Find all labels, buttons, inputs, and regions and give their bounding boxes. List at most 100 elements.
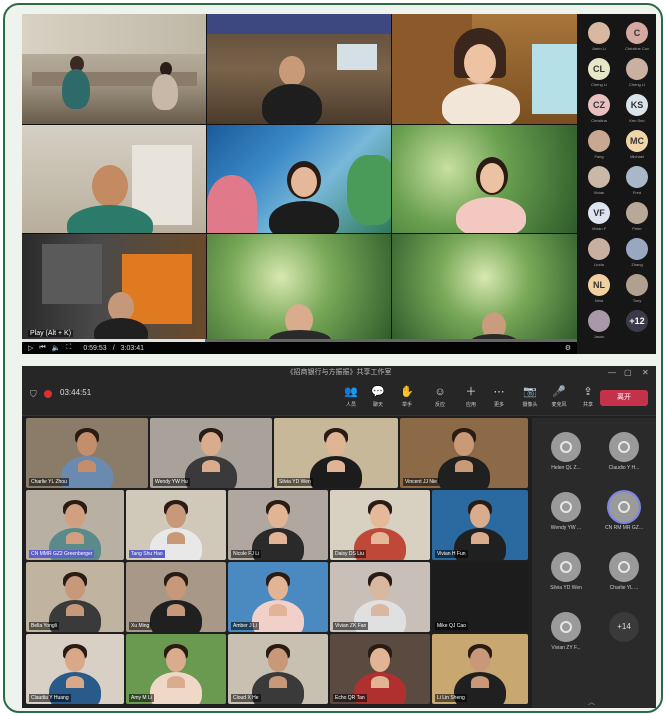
participant-avatar[interactable]: Jason [581, 310, 617, 339]
participant-avatar[interactable]: NL Nina [581, 274, 617, 303]
toolbar-button-apps[interactable]: ＋ 应用 [458, 386, 484, 408]
participant-name-label: Charlie YL Zhou [29, 478, 69, 486]
participant-avatar[interactable]: Peter [619, 202, 655, 231]
heart-hands [471, 676, 489, 688]
person-head [166, 504, 186, 528]
participant-avatar[interactable]: MC Michael [619, 130, 655, 159]
participant-avatar[interactable]: Vivian [581, 166, 617, 195]
participant-video-tile[interactable]: Vivian H Fun [432, 490, 528, 560]
avatar [588, 238, 610, 260]
participant-avatar[interactable]: Fang [581, 130, 617, 159]
chevron-up-icon[interactable]: ︿ [588, 697, 595, 707]
participant-video-tile[interactable]: Vincent JJ Nie [400, 418, 528, 488]
toolbar-button-react[interactable]: ☺ 反应 [427, 386, 453, 408]
person-head [470, 504, 490, 528]
panel-participant[interactable]: Silvia YD Wen [540, 552, 592, 591]
people-icon: 👥 [344, 386, 358, 398]
avatar-name: Michael [630, 154, 644, 159]
participant-video-tile[interactable]: Cloud X He [228, 634, 328, 704]
minimize-icon[interactable]: — [608, 366, 616, 380]
heart-hands [167, 532, 185, 544]
participant-video-tile[interactable]: Nicole FJ Li [228, 490, 328, 560]
participant-video-tile[interactable]: Amy M Li [126, 634, 226, 704]
panel-participant[interactable]: Claudio Y H... [598, 432, 650, 471]
video-tile [22, 125, 206, 233]
avatar: NL [588, 274, 610, 296]
leave-button[interactable]: 离开 [600, 390, 648, 406]
person-head [370, 504, 390, 528]
close-icon[interactable]: ✕ [642, 366, 649, 380]
play-icon[interactable]: ▷ [28, 344, 33, 352]
participant-video-tile[interactable]: Wendy YW Hu [150, 418, 272, 488]
play-tooltip: Play (Alt + K) [28, 330, 74, 337]
skip-back-icon[interactable]: ⏮ [39, 344, 45, 352]
more-participants-button[interactable]: +14 [598, 612, 650, 642]
participant-name-label: Claudia Y Huang [29, 694, 71, 702]
participant-video-tile[interactable]: Tang Shu Hao [126, 490, 226, 560]
participant-video-tile[interactable]: Daisy DS Liu [330, 490, 430, 560]
heart-hands [269, 676, 287, 688]
participant-video-tile[interactable]: Xu Ming [126, 562, 226, 632]
participant-video-tile[interactable]: CN MMR GZ2 Greenberger [26, 490, 124, 560]
time-total: 3:03:41 [120, 344, 144, 352]
participant-video-tile[interactable]: Charlie YL Zhou [26, 418, 148, 488]
participant-video-tile[interactable]: Amber J Li [228, 562, 328, 632]
participant-avatar[interactable]: CL Cheng Li [581, 58, 617, 87]
participant-avatar[interactable]: Amm Li [581, 22, 617, 51]
maximize-icon[interactable]: ▢ [624, 366, 632, 380]
shield-icon: ⛉ [30, 389, 37, 399]
participant-avatar[interactable]: +12 [619, 310, 655, 334]
more-icon: ⋯ [493, 386, 505, 398]
participant-video-tile[interactable]: Silvia YD Wen [274, 418, 398, 488]
avatar [626, 58, 648, 80]
toolbar-button-camera[interactable]: 📷 摄像头 [517, 386, 543, 408]
participant-video-tile[interactable]: Li Lin Sheng [432, 634, 528, 704]
toolbar-button-chat[interactable]: 💬 聊天 [365, 386, 391, 408]
panel-participant[interactable]: CN RM MR GZ... [598, 492, 650, 531]
toolbar-button-share[interactable]: ⇪ 共享 [575, 386, 601, 408]
avatar [588, 130, 610, 152]
toolbar-label: 举手 [401, 402, 412, 408]
toolbar-button-hand[interactable]: ✋ 举手 [394, 386, 420, 408]
meeting-window-screenshot: 《招商银行与方振振》共享工作室 — ▢ ✕ ⛉ 👥 人员 💬 聊天 ✋ 举手 ☺ 反应 ＋ 应用 ⋯… [22, 366, 656, 708]
participant-avatar[interactable]: CZ Christina [581, 94, 617, 123]
participant-avatar[interactable]: VF Vivian F [581, 202, 617, 231]
participant-avatar[interactable]: Cheng Li [619, 58, 655, 87]
participant-name-label: Amber J Li [231, 622, 259, 630]
participant-video-tile[interactable]: Bella Yongli [26, 562, 124, 632]
toolbar-button-people[interactable]: 👥 人员 [338, 386, 364, 408]
toolbar-label: 麦克风 [551, 402, 567, 408]
participant-avatar[interactable]: Fred [619, 166, 655, 195]
participant-avatar[interactable]: C Christine Cox [619, 22, 655, 51]
person-head [470, 648, 490, 672]
avatar-name: Nina [594, 298, 604, 303]
avatar-name: Peter [632, 226, 642, 231]
panel-participant[interactable]: Wendy YW ... [540, 492, 592, 531]
participant-video-tile[interactable]: Echo QR Tan [330, 634, 430, 704]
participant-video-tile[interactable]: Claudia Y Huang [26, 634, 124, 704]
heart-hands [455, 460, 473, 472]
participant-name-label: Nicole FJ Li [231, 550, 262, 558]
person-icon [618, 561, 630, 573]
panel-participant[interactable]: Charlie YL ... [598, 552, 650, 591]
person-head [77, 432, 97, 456]
participant-video-tile[interactable]: Mike QJ Cao [432, 562, 528, 632]
participant-avatar[interactable]: Linda [581, 238, 617, 267]
captions-icon[interactable]: ⛶ [66, 344, 71, 352]
person-head [201, 432, 221, 456]
person-head [166, 576, 186, 600]
participant-avatar[interactable]: KS Ken Seo [619, 94, 655, 123]
toolbar-button-more[interactable]: ⋯ 更多 [486, 386, 512, 408]
volume-icon[interactable]: 🔈 [52, 344, 61, 352]
panel-participant[interactable]: Vivian ZY F... [540, 612, 592, 651]
participant-avatar[interactable]: Tony [619, 274, 655, 303]
participant-name-label: Wendy YW Hu [153, 478, 190, 486]
toolbar-button-mic[interactable]: 🎤 麦克风 [546, 386, 572, 408]
participant-video-tile[interactable]: Vivian ZK Fan [330, 562, 430, 632]
heart-hands [269, 532, 287, 544]
video-tile [392, 14, 577, 124]
avatar-name: Vivian [593, 190, 605, 195]
participant-avatar[interactable]: Zhang [619, 238, 655, 267]
settings-icon[interactable]: ⚙ [565, 344, 571, 352]
panel-participant[interactable]: Helen QL Z... [540, 432, 592, 471]
